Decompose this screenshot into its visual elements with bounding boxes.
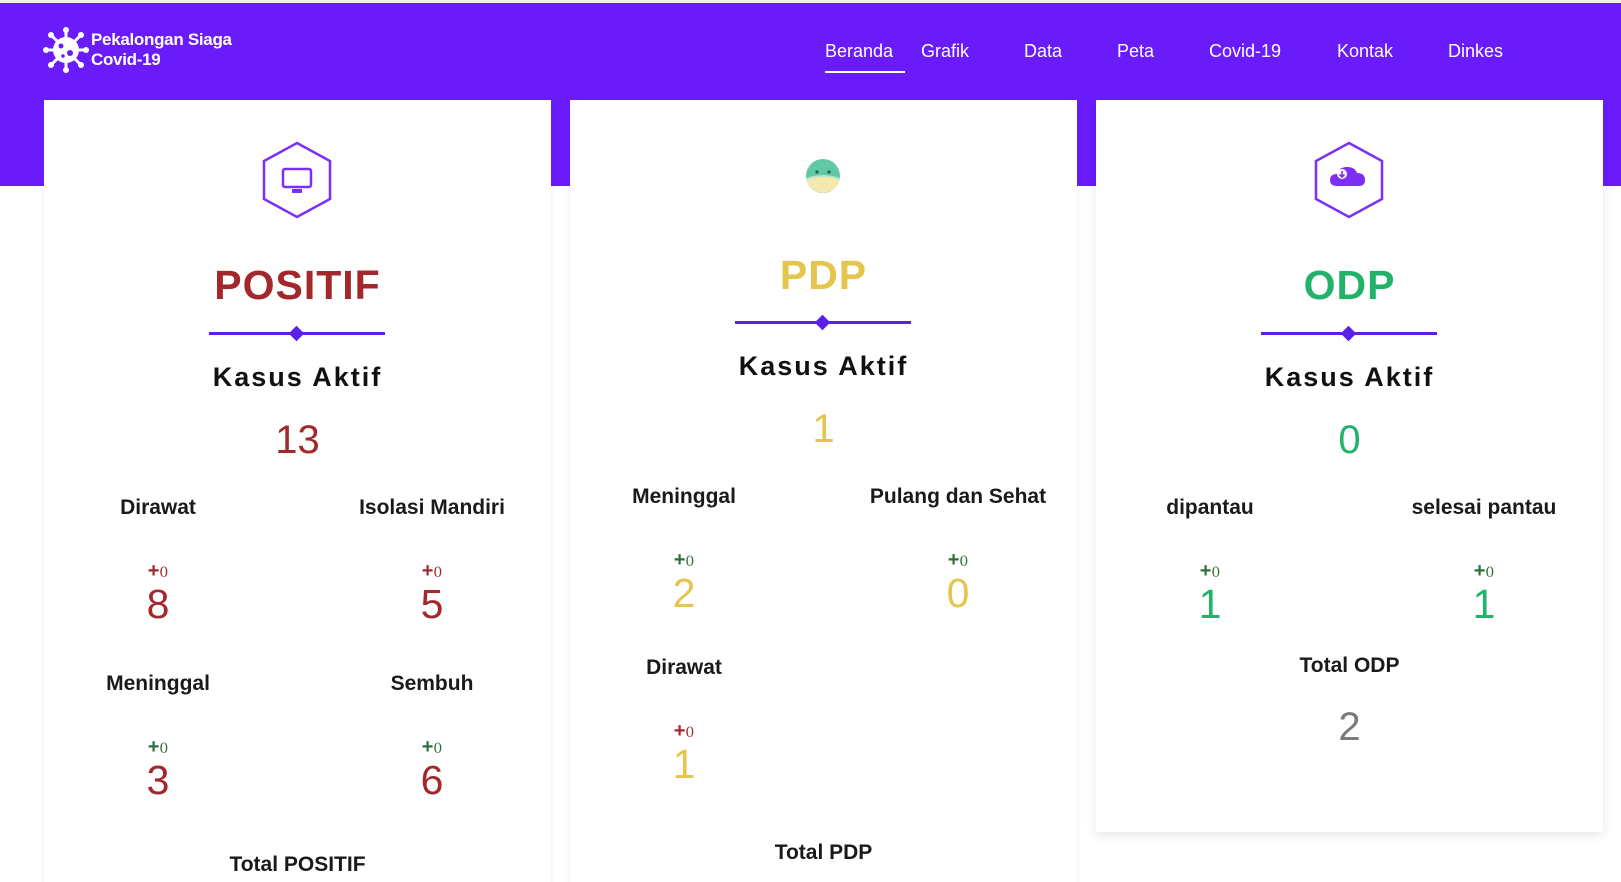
pdp-meninggal-value: 2 (672, 570, 696, 616)
nav-data[interactable]: Data (1024, 41, 1062, 62)
pdp-dirawat-delta: +0 (673, 720, 695, 742)
pdp-meninggal-delta: +0 (673, 549, 695, 571)
odp-dipantau-value: 1 (1198, 581, 1222, 627)
pdp-pulang-value: 0 (946, 570, 970, 616)
plus-icon: + (673, 720, 686, 742)
odp-selesai-label: selesai pantau (1411, 496, 1557, 519)
positif-meninggal: Meninggal +0 3 (58, 672, 258, 804)
monitor-icon (262, 141, 332, 219)
positif-dirawat-label: Dirawat (120, 496, 196, 519)
positif-isolasi-value: 5 (420, 581, 444, 627)
nav-covid19[interactable]: Covid-19 (1209, 41, 1281, 62)
positif-divider-diamond (288, 325, 305, 342)
navbar: Pekalongan Siaga Covid-19 Beranda Grafik… (0, 3, 1621, 100)
pdp-meninggal-label: Meninggal (632, 485, 736, 508)
brand-link[interactable]: Pekalongan Siaga Covid-19 (43, 27, 261, 73)
pdp-divider-diamond (814, 314, 831, 331)
positif-kasus-value: 13 (275, 418, 320, 462)
odp-selesai-value: 1 (1472, 581, 1496, 627)
nav-beranda[interactable]: Beranda (825, 41, 906, 73)
plus-icon: + (421, 560, 434, 582)
positif-kasus-label: Kasus Aktif (212, 362, 383, 392)
positif-meninggal-value: 3 (146, 757, 170, 803)
positif-card: POSITIF Kasus Aktif 13 Dirawat +0 8 Isol… (44, 100, 551, 882)
odp-title: ODP (1303, 262, 1396, 308)
positif-sembuh-value: 6 (420, 757, 444, 803)
odp-dipantau: dipantau +0 1 (1110, 496, 1310, 628)
positif-title: POSITIF (214, 262, 381, 308)
brand-title: Pekalongan Siaga Covid-19 (91, 30, 232, 69)
odp-total-label: Total ODP (1299, 654, 1400, 677)
odp-total-value: 2 (1338, 705, 1361, 749)
positif-meninggal-label: Meninggal (106, 672, 210, 695)
plus-icon: + (947, 549, 960, 571)
plus-icon: + (147, 560, 160, 582)
pdp-kasus-value: 1 (812, 407, 835, 451)
pdp-dirawat-value: 1 (672, 741, 696, 787)
nav-dinkes[interactable]: Dinkes (1448, 41, 1503, 62)
pdp-dirawat: Dirawat +0 1 (584, 656, 784, 788)
odp-dipantau-label: dipantau (1166, 496, 1254, 519)
pdp-total-label: Total PDP (774, 841, 873, 864)
pdp-card: PDP Kasus Aktif 1 Meninggal +0 2 Pulang … (570, 100, 1077, 882)
masked-face-icon (806, 159, 840, 193)
positif-sembuh-delta: +0 (421, 736, 443, 758)
positif-isolasi-label: Isolasi Mandiri (359, 496, 505, 519)
odp-selesai-delta: +0 (1473, 560, 1495, 582)
odp-kasus-label: Kasus Aktif (1264, 362, 1435, 392)
odp-divider-diamond (1340, 325, 1357, 342)
plus-icon: + (1473, 560, 1486, 582)
positif-dirawat: Dirawat +0 8 (58, 496, 258, 628)
pdp-pulang-delta: +0 (947, 549, 969, 571)
plus-icon: + (1199, 560, 1212, 582)
positif-meninggal-delta: +0 (147, 736, 169, 758)
positif-sembuh: Sembuh +0 6 (332, 672, 532, 804)
positif-total-label: Total POSITIF (229, 853, 366, 876)
pdp-pulang: Pulang dan Sehat +0 0 (852, 485, 1064, 617)
nav-grafik[interactable]: Grafik (921, 41, 969, 62)
virus-icon (43, 27, 89, 73)
positif-sembuh-label: Sembuh (390, 672, 474, 695)
positif-isolasi: Isolasi Mandiri +0 5 (332, 496, 532, 628)
odp-card: ODP Kasus Aktif 0 dipantau +0 1 selesai … (1096, 100, 1603, 832)
pdp-title: PDP (779, 252, 868, 298)
cloud-download-icon (1314, 141, 1384, 219)
odp-dipantau-delta: +0 (1199, 560, 1221, 582)
positif-isolasi-delta: +0 (421, 560, 443, 582)
odp-selesai: selesai pantau +0 1 (1384, 496, 1584, 628)
positif-dirawat-delta: +0 (147, 560, 169, 582)
nav-peta[interactable]: Peta (1117, 41, 1154, 62)
positif-dirawat-value: 8 (146, 581, 170, 627)
pdp-dirawat-label: Dirawat (646, 656, 722, 679)
odp-kasus-value: 0 (1338, 418, 1361, 462)
plus-icon: + (673, 549, 686, 571)
nav-kontak[interactable]: Kontak (1337, 41, 1393, 62)
plus-icon: + (421, 736, 434, 758)
pdp-kasus-label: Kasus Aktif (738, 351, 909, 381)
pdp-meninggal: Meninggal +0 2 (584, 485, 784, 617)
plus-icon: + (147, 736, 160, 758)
pdp-pulang-label: Pulang dan Sehat (869, 485, 1047, 508)
